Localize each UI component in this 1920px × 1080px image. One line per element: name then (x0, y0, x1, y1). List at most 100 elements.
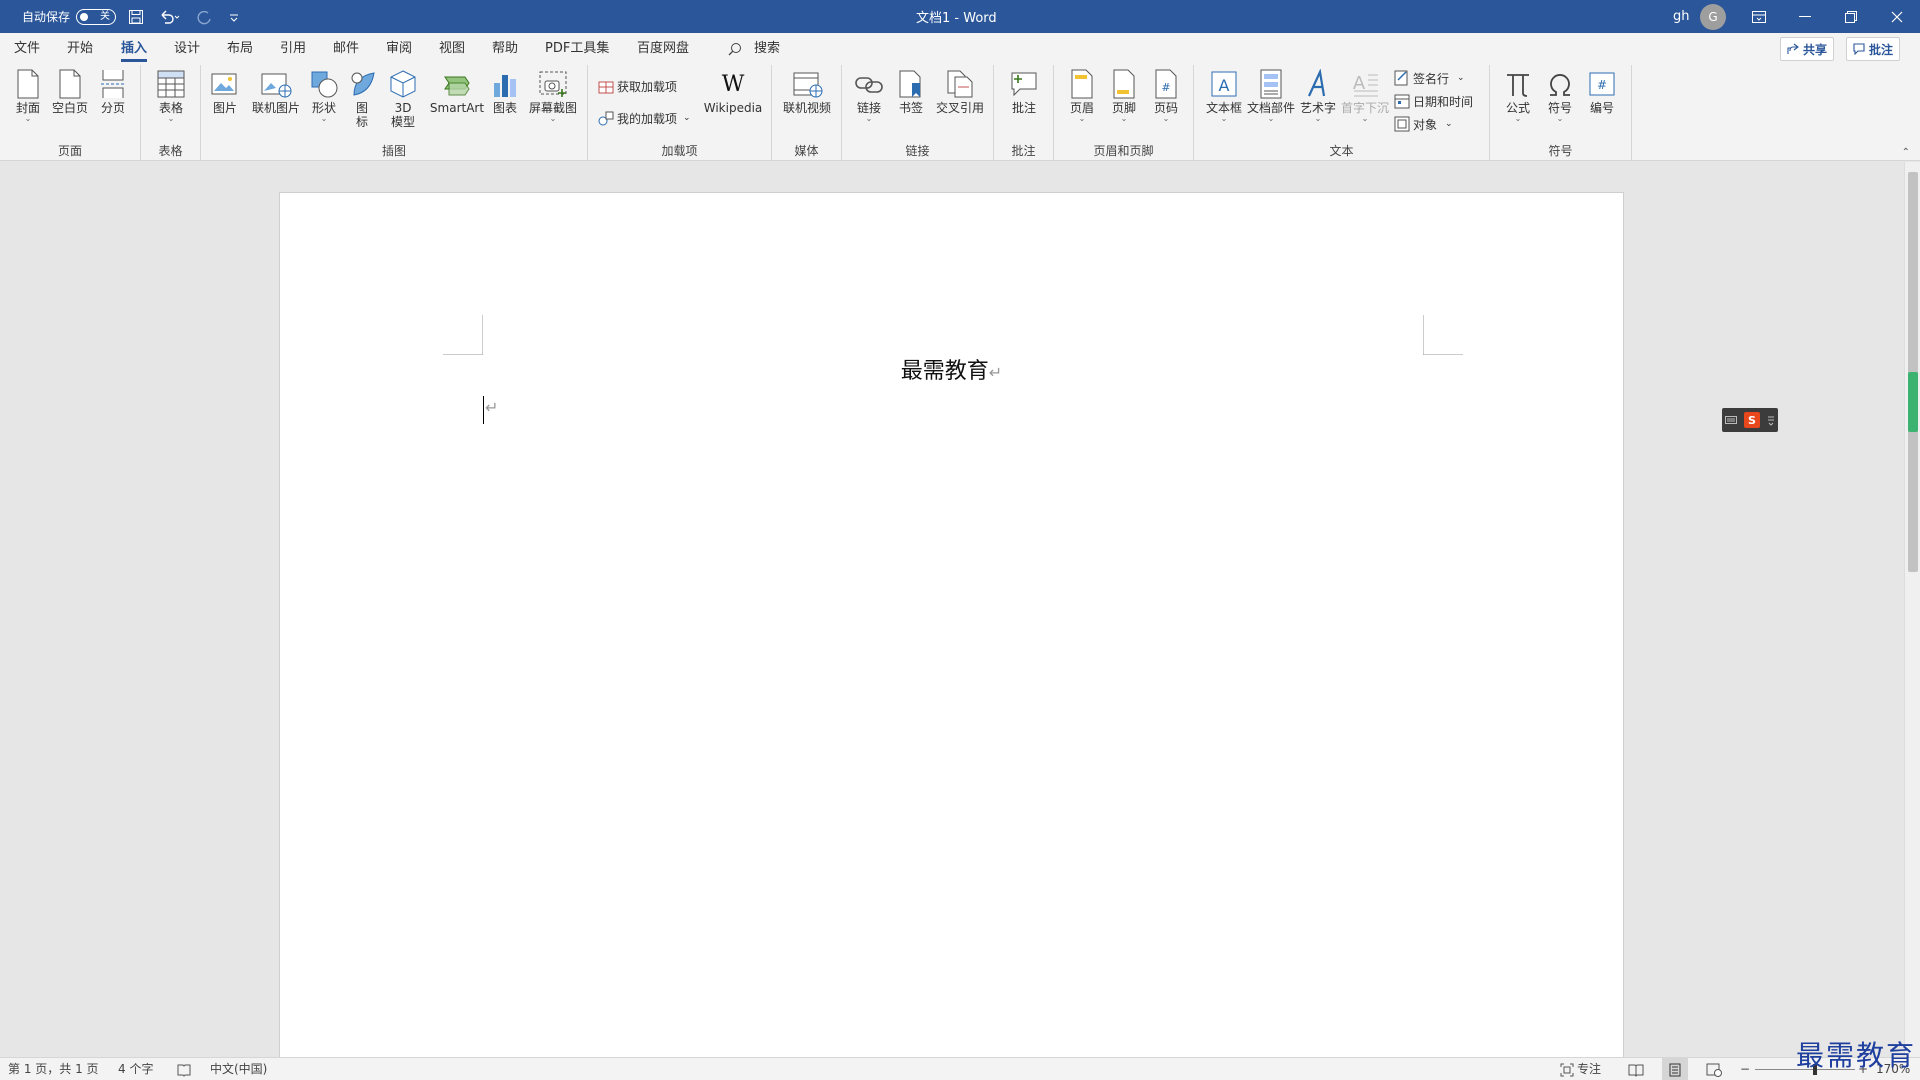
icons-button[interactable]: 图标 (348, 69, 376, 129)
tab-home[interactable]: 开始 (67, 33, 93, 65)
online-video-label: 联机视频 (782, 101, 831, 115)
drop-cap-label: 首字下沉 (1340, 101, 1389, 115)
ribbon-display-icon[interactable] (1736, 0, 1782, 33)
read-mode-icon[interactable] (1628, 1058, 1644, 1080)
page-break-button[interactable]: 分页 (96, 69, 130, 115)
print-layout-icon[interactable] (1662, 1058, 1688, 1080)
restore-icon[interactable] (1828, 0, 1874, 33)
redo-icon[interactable] (196, 0, 212, 33)
get-addins-button[interactable]: 获取加载项 (598, 76, 677, 96)
shapes-button[interactable]: 形状 ⌄ (308, 69, 340, 123)
text-box-button[interactable]: A 文本框 ⌄ (1204, 69, 1244, 123)
save-icon[interactable] (128, 0, 144, 33)
share-button[interactable]: 共享 (1780, 37, 1835, 61)
symbol-button[interactable]: 符号 ⌄ (1542, 69, 1578, 123)
tab-insert[interactable]: 插入 (121, 33, 148, 65)
online-picture-label: 联机图片 (251, 101, 300, 115)
web-layout-icon[interactable] (1706, 1058, 1722, 1080)
tab-baidu-netdisk[interactable]: 百度网盘 (637, 33, 689, 65)
table-button[interactable]: 表格 ⌄ (153, 69, 189, 123)
group-label-header-footer: 页眉和页脚 (1093, 144, 1154, 158)
quick-parts-label: 文档部件 (1246, 101, 1295, 115)
sogou-logo-icon: S (1743, 412, 1760, 428)
wikipedia-button[interactable]: W Wikipedia (700, 69, 766, 115)
tab-layout[interactable]: 布局 (227, 33, 253, 65)
menu-bar: 文件 开始 插入 设计 布局 引用 邮件 审阅 视图 帮助 PDF工具集 百度网… (0, 33, 1920, 65)
search-box[interactable]: 搜索 (728, 33, 780, 65)
document-heading[interactable]: 最需教育↵ (280, 353, 1623, 385)
chart-button[interactable]: 图表 (490, 69, 520, 115)
autosave-toggle[interactable]: 关 (76, 8, 117, 25)
new-comment-button[interactable]: 批注 (1006, 69, 1042, 115)
equation-button[interactable]: 公式 ⌄ (1500, 69, 1536, 123)
user-name[interactable]: gh (1673, 0, 1690, 33)
watermark-text: 最需教育 (1796, 1039, 1917, 1072)
tab-view[interactable]: 视图 (439, 33, 465, 65)
signature-line-button[interactable]: 签名行 ⌄ (1394, 68, 1465, 88)
share-icon (1787, 43, 1799, 54)
svg-text:A: A (1219, 76, 1230, 95)
screenshot-button[interactable]: 屏幕截图 ⌄ (527, 69, 579, 123)
number-icon: # (1589, 72, 1615, 96)
comments-label: 批注 (1869, 42, 1894, 57)
document-heading-text: 最需教育 (900, 359, 989, 384)
tab-help[interactable]: 帮助 (492, 33, 518, 65)
picture-button[interactable]: 图片 (209, 69, 241, 115)
proofing-icon[interactable] (177, 1058, 191, 1080)
comments-button[interactable]: 批注 (1846, 37, 1901, 61)
autosave[interactable]: 自动保存 关 (22, 0, 117, 33)
tab-mailings[interactable]: 邮件 (333, 33, 359, 65)
cross-reference-button[interactable]: 交叉引用 (934, 69, 986, 115)
focus-mode-button[interactable]: 专注 (1560, 1058, 1601, 1080)
blank-page-button[interactable]: 空白页 (50, 69, 90, 115)
tab-references[interactable]: 引用 (280, 33, 306, 65)
cover-page-button[interactable]: 封面 ⌄ (12, 69, 44, 123)
bookmark-button[interactable]: 书签 (896, 69, 926, 115)
minimize-icon[interactable] (1782, 0, 1828, 33)
equation-label: 公式 (1505, 101, 1530, 115)
bookmark-icon (899, 70, 921, 98)
my-addins-button[interactable]: 我的加载项 ⌄ (598, 108, 691, 128)
collapse-ribbon-icon[interactable]: ⌃ (1902, 147, 1910, 158)
quick-parts-button[interactable]: 文档部件 ⌄ (1246, 69, 1296, 123)
group-label-comments: 批注 (1011, 144, 1036, 158)
document-canvas[interactable]: 最需教育↵ ↵ (0, 162, 1904, 1062)
smartart-label: SmartArt (429, 101, 485, 115)
tab-review[interactable]: 审阅 (386, 33, 412, 65)
footer-button[interactable]: 页脚 ⌄ (1108, 69, 1140, 123)
3d-models-button[interactable]: 3D 模型 (387, 69, 419, 129)
tab-file[interactable]: 文件 (14, 33, 40, 65)
ime-toolbar[interactable]: S (1722, 408, 1778, 432)
wordart-button[interactable]: 艺术字 ⌄ (1298, 69, 1338, 123)
tab-pdf-tools[interactable]: PDF工具集 (545, 33, 609, 65)
document-page[interactable]: 最需教育↵ ↵ (279, 192, 1624, 1062)
page-count[interactable]: 第 1 页，共 1 页 (8, 1058, 99, 1080)
page-number-button[interactable]: # 页码 ⌄ (1150, 69, 1182, 123)
date-time-button[interactable]: 日期和时间 (1394, 91, 1473, 111)
vertical-scrollbar[interactable] (1904, 162, 1920, 1057)
online-video-button[interactable]: 联机视频 (780, 69, 834, 115)
language[interactable]: 中文(中国) (210, 1058, 267, 1080)
page-number-icon: # (1155, 69, 1177, 99)
undo-icon[interactable] (158, 0, 180, 33)
title-bar: 自动保存 关 文档1 - Word gh G (0, 0, 1920, 33)
header-button[interactable]: 页眉 ⌄ (1066, 69, 1098, 123)
word-count[interactable]: 4 个字 (118, 1058, 153, 1080)
drop-cap-button[interactable]: A 首字下沉 ⌄ (1340, 69, 1390, 123)
online-picture-button[interactable]: 联机图片 (251, 69, 301, 115)
link-button[interactable]: 链接 ⌄ (852, 69, 886, 123)
signature-icon (1394, 70, 1408, 86)
close-icon[interactable] (1874, 0, 1920, 33)
customize-qat-icon[interactable] (229, 0, 239, 33)
zoom-out-icon[interactable]: − (1740, 1058, 1750, 1080)
svg-text:#: # (1597, 78, 1607, 92)
chart-icon (494, 75, 516, 97)
empty-paragraph-mark-icon: ↵ (485, 398, 499, 417)
paragraph-mark-icon: ↵ (988, 363, 1003, 382)
avatar[interactable]: G (1700, 3, 1726, 30)
tab-design[interactable]: 设计 (174, 33, 200, 65)
number-button[interactable]: # 编号 (1584, 69, 1620, 115)
calendar-icon (1394, 94, 1410, 109)
object-button[interactable]: 对象 ⌄ (1394, 114, 1453, 134)
smartart-button[interactable]: SmartArt (429, 69, 485, 115)
